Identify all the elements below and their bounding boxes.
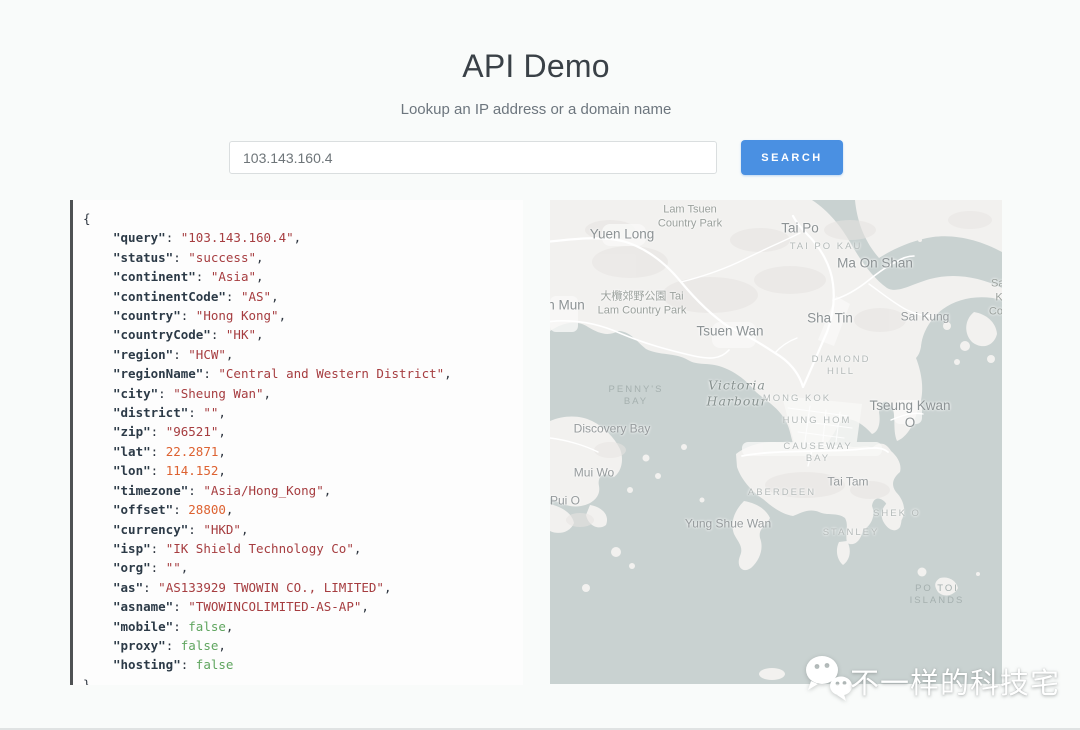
- map-label: n Mun: [550, 298, 585, 315]
- json-line-mobile: "mobile": false,: [83, 617, 513, 636]
- map-label: Discovery Bay: [574, 422, 651, 437]
- map-label: Ma On Shan: [837, 256, 913, 273]
- map-label: 大欖郊野公園 Tai Lam Country Park: [598, 290, 687, 318]
- map-label: PENNY'S BAY: [609, 384, 664, 408]
- json-line-continentCode: "continentCode": "AS",: [83, 287, 513, 306]
- json-line-timezone: "timezone": "Asia/Hong_Kong",: [83, 481, 513, 500]
- page-title: API Demo: [0, 48, 1072, 85]
- map-label: Sai K Cou: [989, 277, 1002, 318]
- json-response-panel: { "query": "103.143.160.4","status": "su…: [70, 200, 523, 685]
- page-subtitle: Lookup an IP address or a domain name: [0, 101, 1072, 118]
- map-label: Sai Kung: [901, 310, 950, 325]
- location-map[interactable]: Lam Tsuen Country ParkYuen Long Tai Po TAI…: [550, 200, 1002, 684]
- json-line-continent: "continent": "Asia",: [83, 267, 513, 286]
- json-body: "query": "103.143.160.4","status": "succ…: [83, 228, 513, 674]
- map-label: CAUSEWAY BAY: [783, 441, 852, 465]
- json-line-regionName: "regionName": "Central and Western Distr…: [83, 364, 513, 383]
- json-line-hosting: "hosting": false: [83, 655, 513, 674]
- api-demo-page: API Demo Lookup an IP address or a domai…: [0, 0, 1080, 730]
- map-label: Lam Tsuen Country Park: [658, 203, 722, 231]
- json-line-region: "region": "HCW",: [83, 345, 513, 364]
- json-line-status: "status": "success",: [83, 248, 513, 267]
- json-line-offset: "offset": 28800,: [83, 500, 513, 519]
- json-close-brace: }: [83, 675, 513, 685]
- json-line-currency: "currency": "HKD",: [83, 520, 513, 539]
- map-label: ABERDEEN: [748, 487, 816, 499]
- map-label: SHEK O: [873, 508, 921, 520]
- json-line-countryCode: "countryCode": "HK",: [83, 325, 513, 344]
- search-input[interactable]: [229, 141, 717, 174]
- json-line-as: "as": "AS133929 TWOWIN CO., LIMITED",: [83, 578, 513, 597]
- map-label: Victoria Harbour: [707, 377, 768, 408]
- map-label: Tai Po: [781, 221, 819, 238]
- json-line-org: "org": "",: [83, 558, 513, 577]
- map-label: Tseung Kwan O: [864, 398, 956, 432]
- json-line-lon: "lon": 114.152,: [83, 461, 513, 480]
- map-labels: Lam Tsuen Country ParkYuen Long Tai Po TAI…: [550, 200, 1002, 684]
- map-label: Tai Tam: [827, 475, 868, 490]
- json-line-city: "city": "Sheung Wan",: [83, 384, 513, 403]
- map-label: MONG KOK: [763, 393, 831, 405]
- json-line-asname: "asname": "TWOWINCOLIMITED-AS-AP",: [83, 597, 513, 616]
- search-button[interactable]: SEARCH: [741, 140, 843, 175]
- map-label: Yung Shue Wan: [685, 517, 771, 532]
- json-line-country: "country": "Hong Kong",: [83, 306, 513, 325]
- map-label: Yuen Long: [590, 227, 655, 244]
- json-open-brace: {: [83, 209, 513, 228]
- map-label: TAI PO KAU: [790, 241, 863, 253]
- json-line-isp: "isp": "IK Shield Technology Co",: [83, 539, 513, 558]
- json-line-proxy: "proxy": false,: [83, 636, 513, 655]
- map-label: Tsuen Wan: [696, 324, 763, 341]
- map-label: HUNG HOM: [783, 415, 852, 427]
- json-line-district: "district": "",: [83, 403, 513, 422]
- json-line-zip: "zip": "96521",: [83, 422, 513, 441]
- map-label: PO TOI ISLANDS: [910, 583, 965, 607]
- map-label: Sha Tin: [807, 311, 853, 328]
- map-label: DIAMOND HILL: [812, 354, 871, 378]
- json-line-query: "query": "103.143.160.4",: [83, 228, 513, 247]
- map-label: STANLEY: [823, 527, 880, 539]
- map-label: Pui O: [550, 494, 580, 509]
- map-label: Mui Wo: [574, 466, 614, 481]
- json-line-lat: "lat": 22.2871,: [83, 442, 513, 461]
